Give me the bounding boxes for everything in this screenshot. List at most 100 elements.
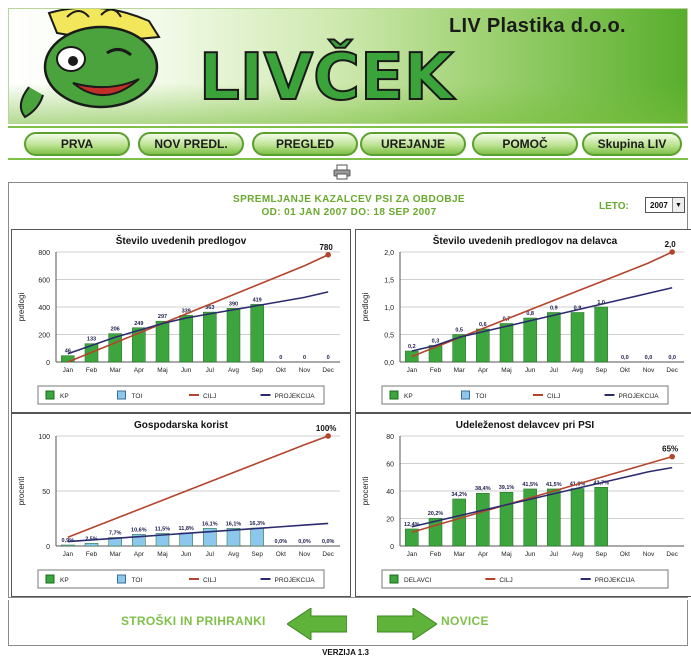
nav-pomoc-button[interactable]: POMOČ	[472, 132, 578, 156]
legend-label: CILJ	[203, 393, 216, 400]
target-label: 2,0	[665, 240, 677, 249]
y-tick-label: 1,5	[384, 278, 394, 285]
nav-urejanje-button[interactable]: UREJANJE	[360, 132, 466, 156]
x-tick-label: Apr	[134, 367, 145, 374]
bar	[452, 498, 466, 547]
bar	[594, 487, 608, 547]
x-tick-label: Nov	[299, 367, 311, 374]
legend-swatch	[45, 390, 55, 400]
y-tick-label: 20	[386, 517, 394, 524]
bar	[570, 488, 585, 547]
data-label: 0	[279, 355, 282, 361]
chart-svg: Število uvedenih predlogov na delavca 0,0…	[361, 234, 684, 405]
chart-svg: Gospodarska korist050100procenti0,9% 2,5%…	[17, 420, 340, 589]
data-label: 34,2%	[451, 492, 467, 498]
data-label: 0,0	[621, 355, 629, 361]
y-tick-label: 50	[42, 489, 50, 496]
y-axis-label: procenti	[17, 477, 26, 506]
legend-swatch	[389, 574, 399, 584]
bar	[226, 308, 241, 363]
x-tick-label: Feb	[430, 551, 442, 558]
data-label: 0,0	[668, 355, 676, 361]
bar	[250, 527, 264, 547]
data-label: 41,5%	[522, 482, 538, 488]
year-select[interactable]: 2007 ▼	[645, 197, 685, 213]
mascot-bulb-icon	[19, 9, 161, 119]
bar	[155, 320, 170, 363]
target-point	[669, 453, 675, 460]
chart-suggestions-per-worker: Število uvedenih predlogov na delavca 0,0…	[355, 229, 691, 413]
x-tick-label: Mar	[454, 367, 466, 374]
data-label: 0,0	[645, 355, 653, 361]
chart-title: Udeleženost delavcev pri PSI	[456, 420, 595, 431]
printer-icon[interactable]	[333, 164, 351, 180]
legend-label: DELAVCI	[404, 577, 432, 584]
data-label: 11,5%	[155, 526, 170, 532]
x-tick-label: Sep	[595, 367, 607, 374]
data-label: 0,0%	[322, 539, 335, 545]
x-tick-label: Dec	[322, 367, 334, 374]
bar	[476, 492, 490, 547]
bar	[84, 543, 99, 547]
x-tick-label: Feb	[86, 551, 98, 558]
nav-nov-predlog-button[interactable]: NOV PREDL.	[138, 132, 244, 156]
target-line	[67, 435, 329, 538]
data-label: 0,2	[408, 344, 416, 350]
x-tick-label: Jan	[407, 367, 418, 374]
arrow-right-icon[interactable]	[377, 608, 437, 640]
x-tick-label: Dec	[666, 551, 678, 558]
chart-title: Število uvedenih predlogov	[116, 234, 247, 247]
x-tick-label: Apr	[134, 551, 145, 558]
chart-economic-benefit: Gospodarska korist 0 50 100 procenti 0,9% 2,5%…	[11, 413, 351, 597]
y-tick-label: 0	[46, 544, 50, 551]
data-label: 38,4%	[475, 486, 491, 492]
nav-pregled-button[interactable]: PREGLED	[252, 132, 358, 156]
x-tick-label: Maj	[501, 367, 511, 374]
x-tick-label: Sep	[251, 551, 263, 558]
data-label: 10,6%	[131, 527, 147, 533]
target-label: 65%	[662, 445, 678, 454]
year-label: LETO:	[599, 201, 629, 212]
data-label: 0,0%	[298, 539, 311, 545]
data-label: 249	[134, 321, 143, 327]
legend-label: TOI	[132, 577, 143, 584]
legend-swatch	[461, 390, 470, 400]
projection-line	[67, 291, 329, 355]
chart-svg: Udeleženost delavcev pri PSI 0 20 40 60 80 pro…	[361, 420, 684, 589]
y-tick-label: 0,0	[384, 360, 394, 367]
legend-swatch	[117, 574, 126, 584]
x-tick-label: Jul	[206, 551, 215, 558]
y-tick-label: 0	[46, 360, 50, 367]
nav-prva-button[interactable]: PRVA	[24, 132, 130, 156]
legend-swatch	[45, 574, 55, 584]
y-tick-label: 600	[38, 278, 50, 285]
chevron-down-icon[interactable]: ▼	[672, 198, 684, 212]
data-label: 16,1%	[226, 521, 242, 527]
costs-savings-link[interactable]: STROŠKI IN PRIHRANKI	[121, 614, 266, 628]
projection-line	[67, 522, 329, 543]
bar	[523, 317, 537, 363]
x-tick-label: Feb	[430, 367, 442, 374]
x-tick-label: Feb	[86, 367, 98, 374]
data-label: 16,3%	[249, 521, 265, 527]
x-tick-label: Mar	[110, 551, 122, 558]
target-label: 100%	[316, 424, 336, 433]
data-label: 16,1%	[202, 521, 218, 527]
nav-skupina-liv-button[interactable]: Skupina LIV	[582, 132, 682, 156]
logo-text: LIVČEK	[199, 39, 456, 115]
bar	[203, 311, 217, 363]
target-point	[669, 249, 675, 255]
chart-svg: Število uvedenih predlogov 0 200 400 600 800 p…	[17, 234, 340, 405]
target-point	[325, 433, 331, 439]
y-tick-label: 800	[38, 250, 50, 257]
y-axis-label: predlogi	[17, 293, 26, 322]
target-label: 780	[319, 243, 333, 252]
arrow-left-icon[interactable]	[287, 608, 347, 640]
bar	[476, 328, 490, 363]
legend-label: PROJEKCIJA	[275, 393, 316, 400]
news-link[interactable]: NOVICE	[441, 614, 489, 628]
data-label: 206	[111, 327, 120, 333]
legend-label: CILJ	[547, 393, 560, 400]
x-tick-label: Maj	[157, 367, 167, 374]
x-tick-label: Avg	[228, 367, 239, 374]
